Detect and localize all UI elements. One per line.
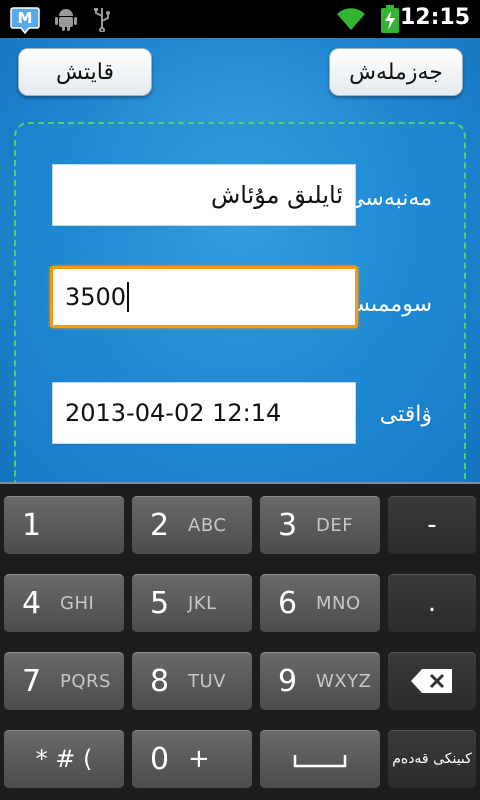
- key-4[interactable]: 4 GHI: [4, 574, 124, 632]
- key-3[interactable]: 3 DEF: [260, 496, 380, 554]
- battery-charging-icon: [381, 5, 399, 33]
- backspace-icon: [411, 669, 452, 693]
- text-caret: [127, 282, 130, 312]
- app-screen: قايتش جەزملەش مەنبەسى ئايلىق مۇئاش سوممى…: [0, 38, 480, 482]
- key-7[interactable]: 7 PQRS: [4, 652, 124, 710]
- app-notification-icon: M: [10, 7, 40, 34]
- key-6[interactable]: 6 MNO: [260, 574, 380, 632]
- wifi-icon: [337, 8, 365, 30]
- next-key[interactable]: كىينكى قەدەم: [388, 730, 476, 788]
- save-button[interactable]: جەزملەش: [329, 48, 463, 96]
- amount-field-value: 3500: [65, 283, 127, 311]
- numeric-keyboard: 1 2 ABC 3 DEF - 4 GHI 5 JKL 6 MNO . 7 PQRS 8 TU…: [0, 482, 480, 800]
- svg-text:M: M: [18, 9, 33, 27]
- key-1[interactable]: 1: [4, 496, 124, 554]
- android-debug-icon: [55, 9, 77, 31]
- status-bar: M 12:15: [0, 0, 480, 38]
- key-2[interactable]: 2 ABC: [132, 496, 252, 554]
- title-field[interactable]: ئايلىق مۇئاش: [52, 164, 356, 226]
- space-icon: [293, 755, 347, 768]
- back-button[interactable]: قايتش: [18, 48, 152, 96]
- key-minus[interactable]: -: [388, 496, 476, 554]
- form-panel: مەنبەسى ئايلىق مۇئاش سوممىسى 3500 ۋاقتى …: [14, 122, 466, 482]
- title-field-value: ئايلىق مۇئاش: [210, 181, 343, 209]
- space-key[interactable]: [260, 730, 380, 788]
- key-5[interactable]: 5 JKL: [132, 574, 252, 632]
- time-field-value: 2013-04-02 12:14: [65, 399, 282, 427]
- key-8[interactable]: 8 TUV: [132, 652, 252, 710]
- key-symbols[interactable]: * # (: [4, 730, 124, 788]
- status-time: 12:15: [399, 5, 470, 30]
- time-field[interactable]: 2013-04-02 12:14: [52, 382, 356, 444]
- backspace-key[interactable]: [388, 652, 476, 710]
- amount-field[interactable]: 3500: [50, 266, 358, 328]
- key-0[interactable]: 0 +: [132, 730, 252, 788]
- usb-icon: [94, 8, 110, 32]
- key-9[interactable]: 9 WXYZ: [260, 652, 380, 710]
- key-period[interactable]: .: [388, 574, 476, 632]
